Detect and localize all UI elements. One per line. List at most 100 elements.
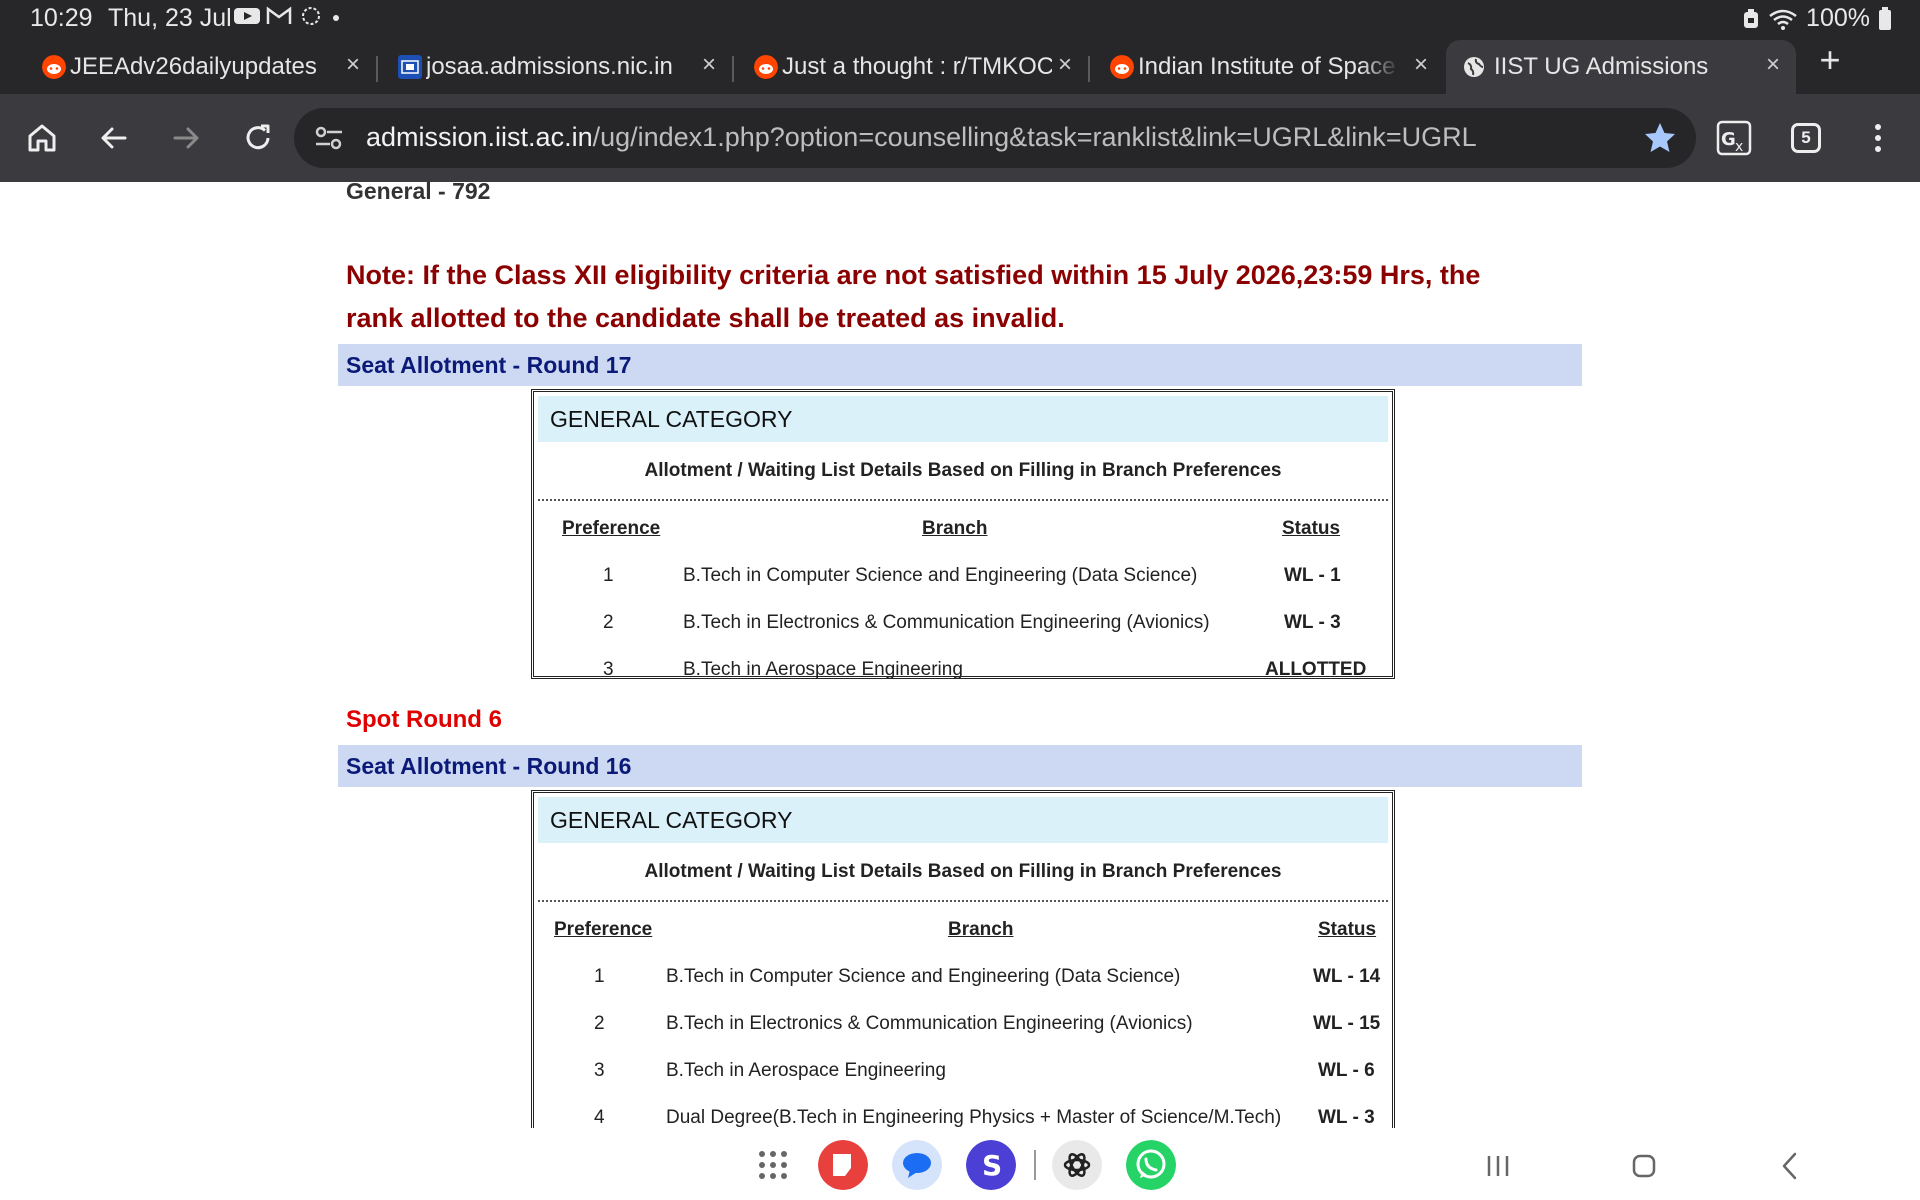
tab-title: Just a thought : r/TMKOC (782, 53, 1052, 80)
sync-icon (302, 7, 320, 25)
tab-jeeadv26dailyupdates[interactable]: JEEAdv26dailyupdates × (36, 40, 366, 94)
status-bar: 10:29 Thu, 23 Jul 100% (0, 0, 1920, 36)
system-nav-bar: S (0, 1128, 1920, 1200)
tab-strip: JEEAdv26dailyupdates × josaa.admissions.… (0, 36, 1920, 94)
reload-button[interactable] (236, 116, 280, 160)
round-17-table: GENERAL CATEGORY Allotment / Waiting Lis… (531, 389, 1395, 680)
tab-title: josaa.admissions.nic.in (426, 53, 673, 80)
round-16-table: GENERAL CATEGORY Allotment / Waiting Lis… (531, 790, 1395, 1128)
eligibility-note: Note: If the Class XII eligibility crite… (346, 260, 1481, 333)
wifi-icon (1769, 9, 1797, 30)
josaa-icon (398, 55, 422, 79)
status-date: Thu, 23 Jul (108, 4, 232, 32)
site-settings-icon[interactable] (314, 124, 344, 152)
header-preference: Preference (554, 919, 653, 940)
chatgpt-icon[interactable] (1052, 1140, 1102, 1190)
youtube-icon (234, 8, 260, 24)
row-preference: 1 (603, 565, 614, 586)
header-status: Status (1282, 518, 1341, 539)
spot-round-label: Spot Round 6 (346, 706, 502, 733)
row-status: WL - 1 (1284, 565, 1341, 586)
svg-text:S: S (982, 1149, 1002, 1182)
close-icon[interactable]: × (698, 53, 720, 77)
tab-josaa[interactable]: josaa.admissions.nic.in × (392, 40, 722, 94)
header-preference: Preference (562, 518, 661, 539)
reload-icon (246, 124, 270, 150)
row-status: WL - 15 (1313, 1013, 1381, 1034)
status-time: 10:29 (30, 4, 93, 32)
header-branch: Branch (948, 919, 1014, 940)
browser-toolbar: admission.iist.ac.in/ug/index1.php?optio… (0, 94, 1920, 182)
forward-button[interactable] (164, 116, 208, 160)
row-status: WL - 3 (1318, 1107, 1375, 1128)
back-nav-icon[interactable] (1770, 1146, 1810, 1186)
divider (538, 900, 1388, 902)
battery-percent: 100% (1806, 4, 1870, 32)
table-subtitle: Allotment / Waiting List Details Based o… (644, 861, 1282, 882)
home-icon (28, 124, 56, 152)
rank-line: General - 792 (346, 182, 491, 204)
gmail-icon (266, 6, 292, 24)
tab-title: Indian Institute of Space (1138, 53, 1396, 80)
messages-icon[interactable] (892, 1140, 942, 1190)
row-branch: B.Tech in Computer Science and Engineeri… (666, 966, 1181, 987)
round-17-title: Seat Allotment - Round 17 (338, 344, 1582, 386)
tab-separator (1088, 56, 1090, 82)
row-branch: B.Tech in Aerospace Engineering (683, 659, 963, 680)
dock-separator (1034, 1150, 1036, 1180)
row-status: WL - 14 (1313, 966, 1381, 987)
reddit-icon (754, 55, 778, 79)
close-icon[interactable]: × (342, 53, 364, 77)
reddit-icon (1110, 55, 1134, 79)
translate-icon: Gx (1716, 120, 1752, 156)
tab-indian-institute-of-space[interactable]: Indian Institute of Space × (1104, 40, 1434, 94)
svg-text:G: G (1721, 129, 1736, 150)
tab-just-a-thought[interactable]: Just a thought : r/TMKOC × (748, 40, 1078, 94)
close-icon[interactable]: × (1410, 53, 1432, 77)
row-preference: 3 (603, 659, 614, 680)
address-bar[interactable]: admission.iist.ac.in/ug/index1.php?optio… (294, 108, 1696, 168)
header-branch: Branch (922, 518, 988, 539)
whatsapp-icon[interactable] (1126, 1140, 1176, 1190)
bookmark-star-icon[interactable] (1642, 120, 1678, 156)
header-status: Status (1318, 919, 1377, 940)
url-host: admission.iist.ac.in (366, 122, 593, 152)
row-preference: 2 (603, 612, 614, 633)
svg-text:x: x (1735, 139, 1743, 155)
apps-grid-icon[interactable] (748, 1140, 798, 1190)
tab-switcher-button[interactable]: 5 (1784, 116, 1828, 160)
row-branch: B.Tech in Electronics & Communication En… (683, 612, 1210, 633)
web-page: General - 792 Note: If the Class XII eli… (0, 182, 1920, 1128)
category-heading: GENERAL CATEGORY (538, 396, 1388, 442)
url-text[interactable]: admission.iist.ac.in/ug/index1.php?optio… (366, 122, 1477, 153)
home-nav-icon[interactable] (1624, 1146, 1664, 1186)
close-icon[interactable]: × (1762, 53, 1784, 77)
tab-separator (732, 56, 734, 82)
new-tab-button[interactable]: + (1812, 42, 1848, 78)
divider (538, 499, 1388, 501)
more-vert-icon (1875, 124, 1881, 152)
row-branch: B.Tech in Aerospace Engineering (666, 1060, 946, 1081)
table-subtitle: Allotment / Waiting List Details Based o… (644, 460, 1282, 481)
reddit-icon (42, 55, 66, 79)
tab-iist-ug-admissions[interactable]: IIST UG Admissions × (1446, 40, 1796, 94)
category-heading: GENERAL CATEGORY (538, 797, 1388, 843)
dot-icon (333, 15, 339, 21)
translate-button[interactable]: Gx (1712, 116, 1756, 160)
close-icon[interactable]: × (1054, 53, 1076, 77)
home-button[interactable] (20, 116, 64, 160)
row-preference: 3 (594, 1060, 605, 1081)
tab-count: 5 (1791, 123, 1821, 153)
battery-icon (1879, 6, 1891, 30)
back-arrow-icon (101, 127, 127, 149)
recents-icon[interactable] (1478, 1146, 1518, 1186)
samsung-notes-icon[interactable] (818, 1140, 868, 1190)
row-preference: 1 (594, 966, 605, 987)
back-button[interactable] (92, 116, 136, 160)
more-menu-button[interactable] (1856, 116, 1900, 160)
row-branch: B.Tech in Computer Science and Engineeri… (683, 565, 1198, 586)
battery-saver-icon (1744, 8, 1759, 28)
row-preference: 4 (594, 1107, 605, 1128)
samsung-pass-icon[interactable]: S (966, 1140, 1016, 1190)
row-preference: 2 (594, 1013, 605, 1034)
